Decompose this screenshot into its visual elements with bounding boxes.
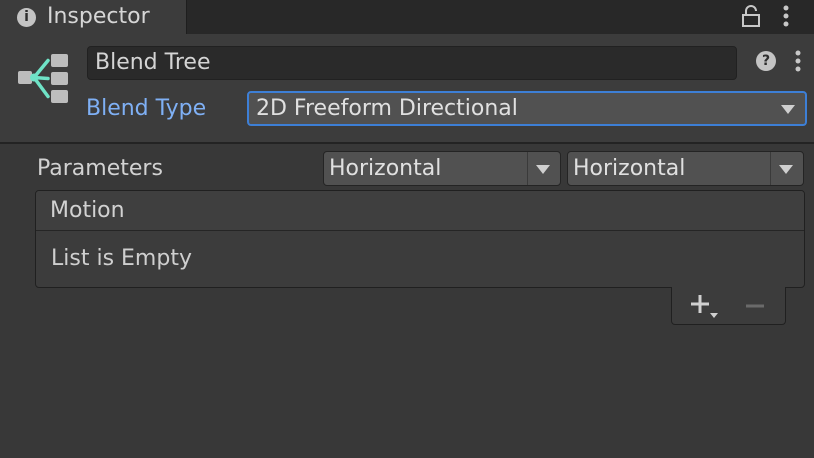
kebab-menu-icon[interactable]: [781, 4, 791, 28]
blend-type-label: Blend Type: [86, 96, 207, 121]
remove-motion-button[interactable]: [742, 293, 768, 319]
chevron-down-icon: [779, 165, 793, 174]
info-icon: i: [17, 8, 36, 27]
tab-title: Inspector: [47, 4, 150, 29]
dropdown-divider: [527, 152, 528, 185]
lock-icon[interactable]: [741, 5, 761, 27]
list-footer: [671, 287, 786, 325]
parameter-y-dropdown[interactable]: Horizontal: [567, 151, 804, 186]
motion-list-title: Motion: [50, 198, 125, 223]
chevron-down-icon: [781, 105, 795, 114]
blend-tree-icon: [18, 54, 68, 103]
name-field[interactable]: Blend Tree: [87, 46, 737, 80]
blend-type-dropdown[interactable]: 2D Freeform Directional: [247, 91, 807, 126]
parameters-label: Parameters: [37, 156, 163, 181]
dropdown-divider: [770, 152, 771, 185]
inspector-tab[interactable]: i Inspector: [0, 0, 187, 34]
help-icon[interactable]: ?: [756, 51, 776, 71]
chevron-down-icon: [536, 165, 550, 174]
motion-list: Motion List is Empty: [35, 190, 805, 288]
parameter-x-dropdown[interactable]: Horizontal: [323, 151, 561, 186]
empty-list-message: List is Empty: [51, 246, 192, 271]
add-motion-button[interactable]: [690, 293, 720, 319]
parameter-y-value: Horizontal: [573, 156, 686, 181]
kebab-menu-icon[interactable]: [794, 50, 802, 72]
motion-list-header: Motion: [36, 191, 804, 231]
parameter-x-value: Horizontal: [329, 156, 442, 181]
blend-type-value: 2D Freeform Directional: [256, 96, 518, 121]
